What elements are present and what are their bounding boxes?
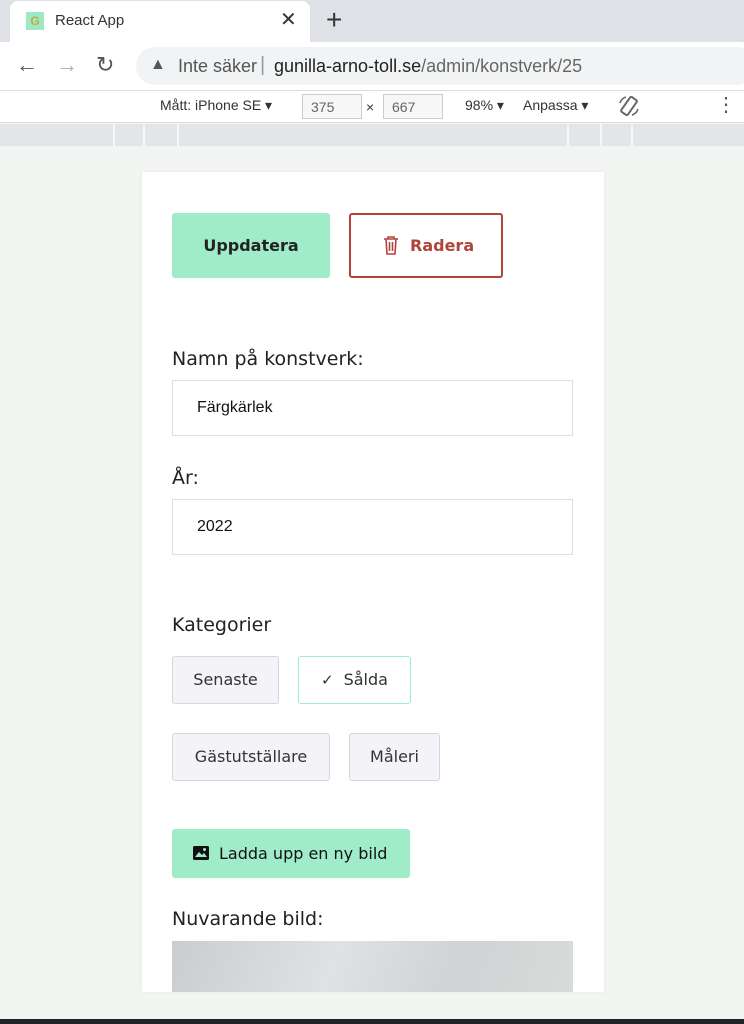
favicon-icon: G [26,12,44,30]
throttle-select[interactable]: Anpassa ▾ [523,97,588,114]
url-path: /admin/konstverk/25 [421,56,583,76]
url-host: gunilla-arno-toll.se [274,56,422,76]
ruler-tick[interactable] [113,124,115,146]
ruler-tick[interactable] [631,124,633,146]
ruler-tick[interactable] [567,124,569,146]
categories-label: Kategorier [172,614,272,636]
reload-icon[interactable]: ↻ [96,52,114,78]
back-icon[interactable]: ← [16,52,38,78]
device-label: Mått: iPhone SE [160,97,262,113]
category-chip-salda[interactable]: ✓ Sålda [298,656,411,704]
image-icon [193,846,209,860]
name-input[interactable]: Färgkärlek [172,380,573,436]
year-input[interactable]: 2022 [172,499,573,555]
upload-image-button[interactable]: Ladda upp en ny bild [172,829,410,878]
tab-strip: G React App ✕ + [0,0,744,42]
name-label: Namn på konstverk: [172,348,364,370]
tab-title: React App [55,12,125,29]
browser-tab[interactable]: G React App ✕ [10,1,310,42]
delete-button[interactable]: Radera [349,213,503,278]
times-icon: × [366,99,375,115]
taskbar-edge [0,1019,744,1024]
device-select[interactable]: Mått: iPhone SE ▾ [160,97,272,114]
artwork-edit-form: Uppdatera Radera Namn på konstverk: Färg… [142,172,604,992]
category-chip-gastutstallare[interactable]: Gästutställare [172,733,330,781]
new-tab-icon[interactable]: + [326,6,342,34]
forward-icon[interactable]: → [56,52,78,78]
ruler-tick[interactable] [143,124,145,146]
security-label[interactable]: Inte säker [178,56,257,77]
rotate-icon[interactable] [618,95,640,117]
navigation-bar: ← → ↻ ▲ Inte säker | gunilla-arno-toll.s… [0,42,744,90]
current-image-label: Nuvarande bild: [172,908,324,930]
category-chip-maleri[interactable]: Måleri [349,733,440,781]
throttle-label: Anpassa [523,97,578,113]
device-toolbar: Mått: iPhone SE ▾ 375 × 667 98% ▾ Anpass… [0,90,744,123]
address-bar[interactable]: ▲ Inte säker | gunilla-arno-toll.se/admi… [136,47,744,85]
category-chip-senaste[interactable]: Senaste [172,656,279,704]
url-text[interactable]: gunilla-arno-toll.se/admin/konstverk/25 [274,56,582,77]
warning-icon[interactable]: ▲ [150,56,166,74]
trash-icon [384,236,398,255]
zoom-label: 98% [465,97,494,113]
width-input[interactable]: 375 [302,94,362,119]
year-label: År: [172,467,199,489]
separator: | [260,54,266,76]
current-artwork-image [172,941,573,992]
upload-label: Ladda upp en ny bild [219,844,388,863]
media-query-ruler [0,124,744,146]
check-icon: ✓ [321,671,334,689]
height-input[interactable]: 667 [383,94,443,119]
more-options-icon[interactable]: ⋮ [716,95,736,115]
zoom-select[interactable]: 98% ▾ [465,97,504,114]
ruler-tick[interactable] [177,124,179,146]
ruler-tick[interactable] [600,124,602,146]
close-tab-icon[interactable]: ✕ [280,9,297,31]
delete-label: Radera [410,236,475,255]
update-button[interactable]: Uppdatera [172,213,330,278]
category-label: Sålda [343,670,388,689]
